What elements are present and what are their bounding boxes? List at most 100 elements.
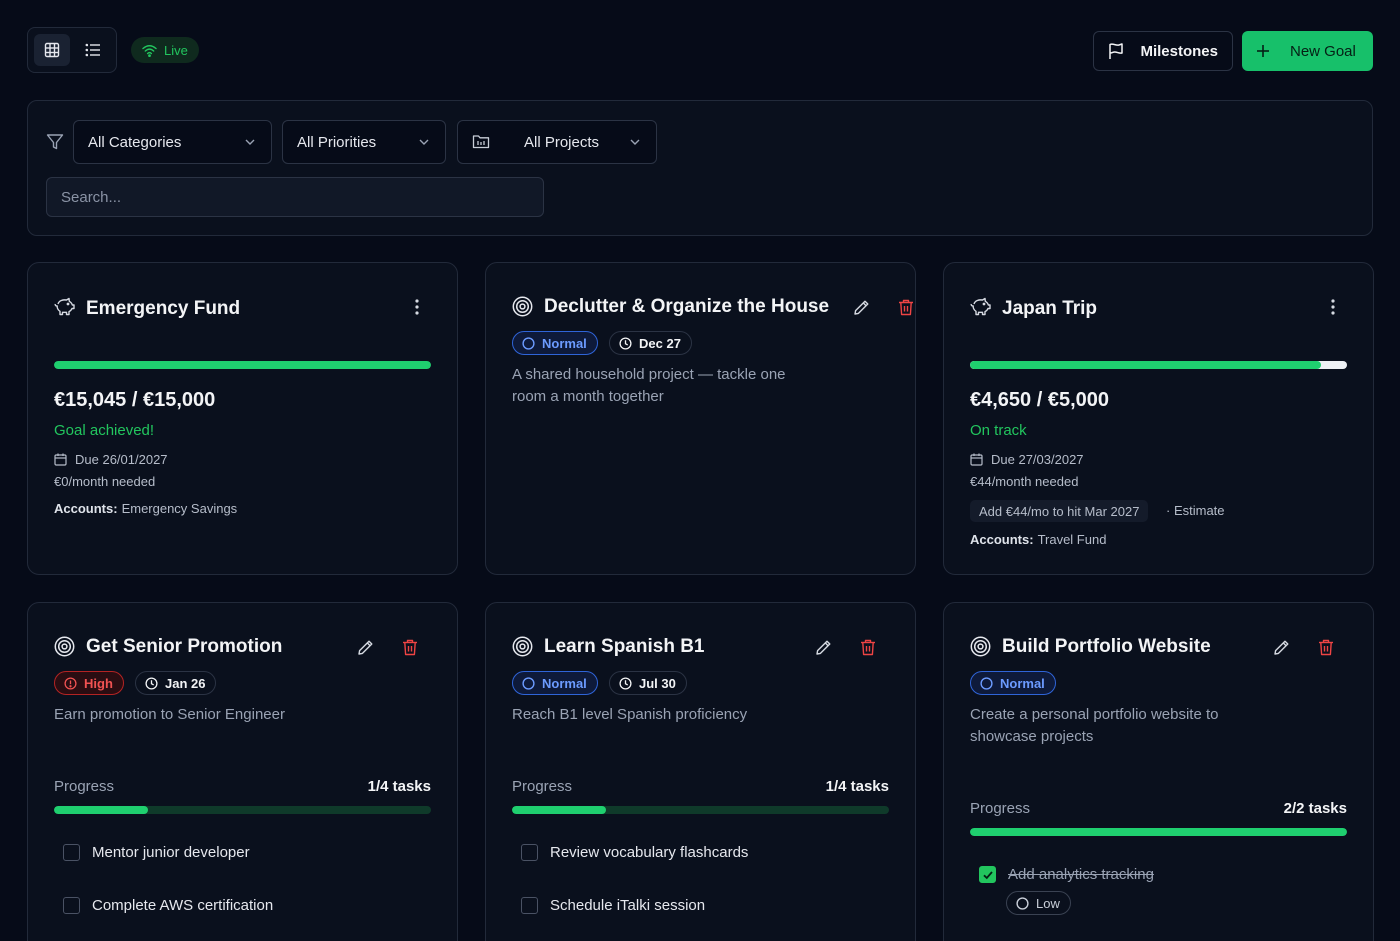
trash-icon[interactable] [1318,639,1334,656]
date-badge: Jan 26 [135,671,217,695]
tasks-progress-bar [512,806,889,814]
task-checkbox[interactable] [979,866,996,883]
wifi-icon [142,44,157,57]
goal-amount: €15,045 / €15,000 [54,389,216,411]
goal-description: Earn promotion to Senior Engineer [54,706,285,723]
tasks-progress-bar [970,828,1347,836]
projects-value: All Projects [524,133,600,151]
chevron-down-icon [419,139,429,145]
more-vertical-icon[interactable] [415,299,419,315]
goal-title: Get Senior Promotion [86,636,283,657]
circle-icon [522,676,535,690]
monthly-needed: €0/month needed [54,474,156,489]
goal-card-japan-trip[interactable]: Japan Trip €4,650 / €5,000 On track Due … [943,262,1374,575]
task-item[interactable]: Schedule iTalki session [521,897,705,914]
date-badge: Dec 27 [609,331,692,355]
target-icon [512,636,533,657]
clock-icon [619,676,632,690]
task-checkbox[interactable] [521,844,538,861]
task-priority-badge: Low [1006,891,1071,915]
list-view-button[interactable] [75,34,111,66]
circle-icon [980,676,993,690]
folder-icon [472,135,490,149]
circle-icon [522,336,535,350]
clock-icon [145,676,158,690]
goal-card-declutter[interactable]: Declutter & Organize the House Normal De… [485,262,916,575]
target-icon [54,636,75,657]
milestones-label: Milestones [1140,42,1218,60]
live-label: Live [164,42,188,58]
goal-description: Create a personal portfolio website to s… [970,706,1219,745]
savings-progress-bar [970,361,1347,369]
flag-icon [1109,42,1124,59]
edit-icon[interactable] [815,639,832,656]
tasks-progress-bar [54,806,431,814]
task-checkbox[interactable] [63,897,80,914]
task-item[interactable]: Mentor junior developer [63,844,250,861]
trash-icon[interactable] [402,639,418,656]
trash-icon[interactable] [898,299,914,316]
progress-label: Progress [970,800,1031,817]
clock-icon [619,336,632,350]
edit-icon[interactable] [853,299,870,316]
priorities-select[interactable]: All Priorities [282,120,446,164]
alert-circle-icon [64,676,77,690]
goal-card-senior-promotion[interactable]: Get Senior Promotion High Jan 26 Earn pr… [27,602,458,941]
goal-title: Build Portfolio Website [1002,636,1211,657]
goal-title: Emergency Fund [86,298,241,319]
circle-icon [1016,896,1029,910]
task-checkbox[interactable] [63,844,80,861]
calendar-icon [970,453,983,466]
calendar-icon [54,453,67,466]
goal-card-portfolio-website[interactable]: Build Portfolio Website Normal Create a … [943,602,1374,941]
edit-icon[interactable] [357,639,374,656]
goal-description: A shared household project — tackle one … [512,366,786,405]
suggestion-chip: Add €44/mo to hit Mar 2027 [970,500,1149,522]
piggy-bank-icon [970,297,991,316]
goal-card-learn-spanish[interactable]: Learn Spanish B1 Normal Jul 30 Reach B1 … [485,602,916,941]
priority-badge: Normal [512,331,598,355]
projects-select[interactable]: All Projects [457,120,657,164]
tasks-count: 1/4 tasks [825,778,889,795]
grid-view-button[interactable] [34,34,70,66]
milestones-button[interactable]: Milestones [1093,31,1233,71]
goal-title: Japan Trip [1002,298,1098,319]
new-goal-label: New Goal [1290,42,1356,60]
priorities-value: All Priorities [297,133,377,151]
goal-title: Learn Spanish B1 [544,636,705,657]
accounts: Accounts: Travel Fund [970,532,1107,547]
task-item[interactable]: Add analytics tracking [979,866,1154,883]
date-badge: Jul 30 [609,671,687,695]
live-badge: Live [131,37,199,63]
accounts: Accounts: Emergency Savings [54,501,238,516]
more-vertical-icon[interactable] [1331,299,1335,315]
check-icon [982,870,993,879]
search-input[interactable] [46,177,544,217]
target-icon [970,636,991,657]
goal-card-emergency-fund[interactable]: Emergency Fund €15,045 / €15,000 Goal ac… [27,262,458,575]
goal-amount: €4,650 / €5,000 [970,389,1110,411]
goal-description: Reach B1 level Spanish proficiency [512,706,748,723]
grid-icon [44,42,60,58]
categories-select[interactable]: All Categories [73,120,272,164]
progress-label: Progress [54,778,115,795]
goal-status: On track [970,422,1027,439]
edit-icon[interactable] [1273,639,1290,656]
new-goal-button[interactable]: New Goal [1242,31,1373,71]
savings-progress-bar [54,361,431,369]
task-item[interactable]: Complete AWS certification [63,897,273,914]
priority-badge: Normal [970,671,1056,695]
task-checkbox[interactable] [521,897,538,914]
filter-icon [46,134,64,150]
categories-value: All Categories [88,133,182,151]
trash-icon[interactable] [860,639,876,656]
chevron-down-icon [245,139,255,145]
task-item[interactable]: Review vocabulary flashcards [521,844,748,861]
filters-panel: All Categories All Priorities All Projec… [27,100,1373,236]
view-toggle [27,27,117,73]
estimate-label: · Estimate [1166,503,1225,518]
target-icon [512,296,533,317]
priority-badge: High [54,671,124,695]
chevron-down-icon [630,139,640,145]
progress-label: Progress [512,778,573,795]
